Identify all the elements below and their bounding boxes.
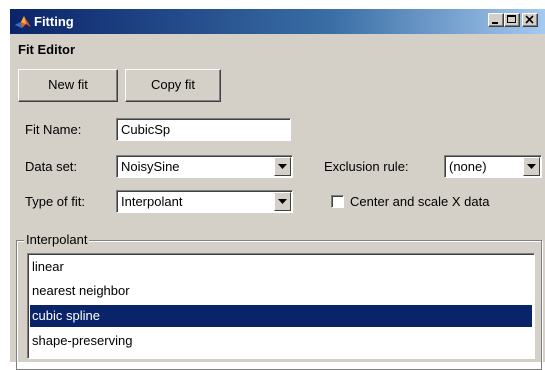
list-item-linear[interactable]: linear [30,256,532,278]
type-of-fit-value: Interpolant [121,194,183,209]
maximize-icon [507,15,516,23]
exclusion-rule-value: (none) [449,159,487,174]
data-set-label: Data set: [25,159,78,174]
exclusion-rule-label: Exclusion rule: [324,159,409,174]
type-of-fit-dropdown-button[interactable] [274,192,291,211]
exclusion-rule-dropdown-button[interactable] [523,157,540,176]
fit-name-input[interactable]: CubicSp [116,118,291,141]
center-scale-checkbox[interactable] [331,195,344,208]
exclusion-rule-select[interactable]: (none) [444,155,542,178]
chevron-down-icon [527,164,536,169]
close-icon [525,15,534,24]
title-bar[interactable]: Fitting [10,9,545,34]
close-button[interactable] [522,13,538,27]
window-title: Fitting [34,14,74,29]
data-set-dropdown-button[interactable] [274,157,291,176]
fit-name-label: Fit Name: [25,122,82,137]
copy-fit-button[interactable]: Copy fit [125,69,221,102]
interpolant-listbox[interactable]: linear nearest neighbor cubic spline sha… [27,253,535,359]
matlab-logo-icon [15,16,31,28]
data-set-value: NoisySine [121,159,180,174]
fit-editor-heading: Fit Editor [18,42,76,57]
list-item-shape-preserving[interactable]: shape-preserving [30,330,532,352]
data-set-select[interactable]: NoisySine [116,155,293,178]
maximize-button[interactable] [504,13,520,27]
type-of-fit-label: Type of fit: [25,194,85,209]
interpolant-group-title: Interpolant [24,232,90,248]
fitting-window: Fitting Fit Editor New fit Copy fit Fit … [9,8,545,370]
new-fit-button[interactable]: New fit [18,69,118,102]
list-item-cubic-spline[interactable]: cubic spline [30,305,532,327]
center-scale-label: Center and scale X data [350,194,490,209]
list-item-nearest-neighbor[interactable]: nearest neighbor [30,280,532,302]
chevron-down-icon [278,199,287,204]
type-of-fit-select[interactable]: Interpolant [116,190,293,213]
chevron-down-icon [278,164,287,169]
minimize-icon [492,22,498,24]
minimize-button[interactable] [488,13,504,27]
